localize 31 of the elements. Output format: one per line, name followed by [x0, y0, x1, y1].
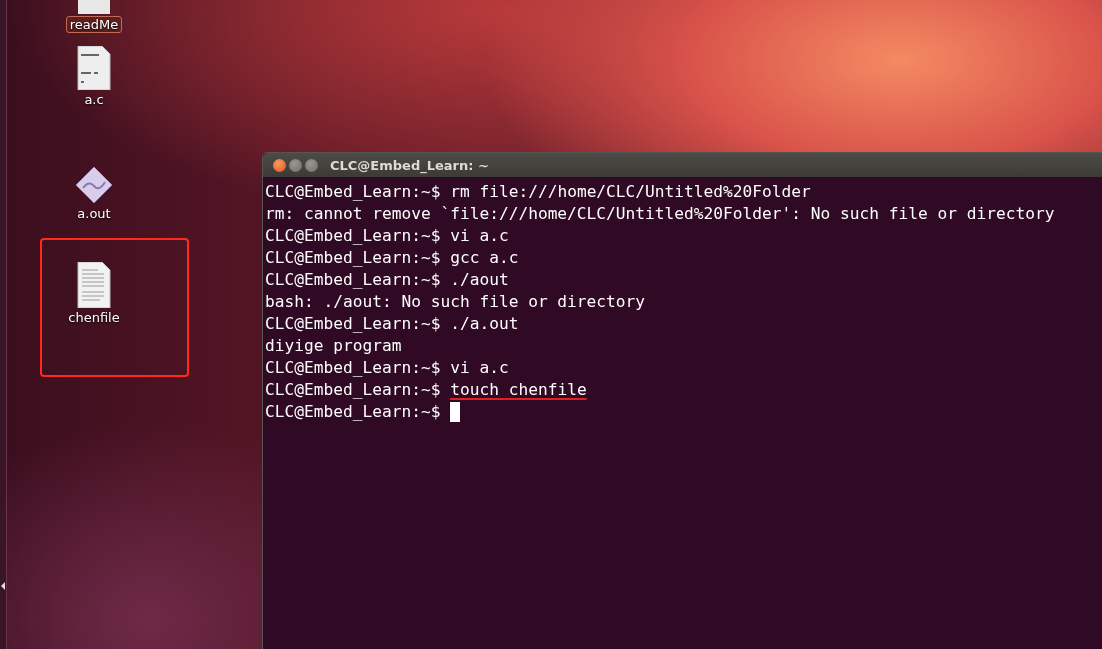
command-text: ./a.out: [450, 313, 519, 335]
command-text: touch chenfile: [450, 379, 587, 401]
file-icon[interactable]: [76, 0, 112, 14]
prompt-text: CLC@Embed_Learn:~$: [265, 357, 441, 379]
icon-label[interactable]: a.out: [74, 206, 114, 221]
minimize-button[interactable]: [289, 158, 302, 172]
prompt-text: CLC@Embed_Learn:~$: [265, 247, 441, 269]
window-title: CLC@Embed_Learn: ~: [330, 157, 489, 173]
maximize-button[interactable]: [305, 158, 318, 172]
prompt-text: CLC@Embed_Learn:~$: [265, 269, 441, 291]
icon-label[interactable]: readMe: [65, 16, 123, 33]
output-text: diyige program: [265, 335, 402, 357]
command-text: gcc a.c: [450, 247, 519, 269]
diamond-icon[interactable]: [75, 166, 113, 204]
arrow-icon[interactable]: [1, 582, 5, 590]
code-file-icon[interactable]: [76, 46, 112, 90]
icon-label[interactable]: chenfile: [65, 310, 123, 325]
document-icon[interactable]: [76, 262, 112, 308]
prompt-text: CLC@Embed_Learn:~$: [265, 181, 441, 203]
close-button[interactable]: [273, 158, 286, 172]
prompt-text: CLC@Embed_Learn:~$: [265, 225, 441, 247]
prompt-text: CLC@Embed_Learn:~$: [265, 379, 441, 401]
command-text: rm file:///home/CLC/Untitled%20Folder: [450, 181, 811, 203]
output-text: bash: ./aout: No such file or directory: [265, 291, 646, 313]
output-text: rm: cannot remove `file:///home/CLC/Untitled%20Folder': No such file or directory: [265, 203, 1055, 225]
command-text: ./aout: [450, 269, 509, 291]
command-text: vi a.c: [450, 225, 509, 247]
command-text: vi a.c: [450, 357, 509, 379]
icon-label[interactable]: a.c: [81, 92, 107, 107]
prompt-text: CLC@Embed_Learn:~$: [265, 401, 441, 423]
prompt-text: CLC@Embed_Learn:~$: [265, 313, 441, 335]
